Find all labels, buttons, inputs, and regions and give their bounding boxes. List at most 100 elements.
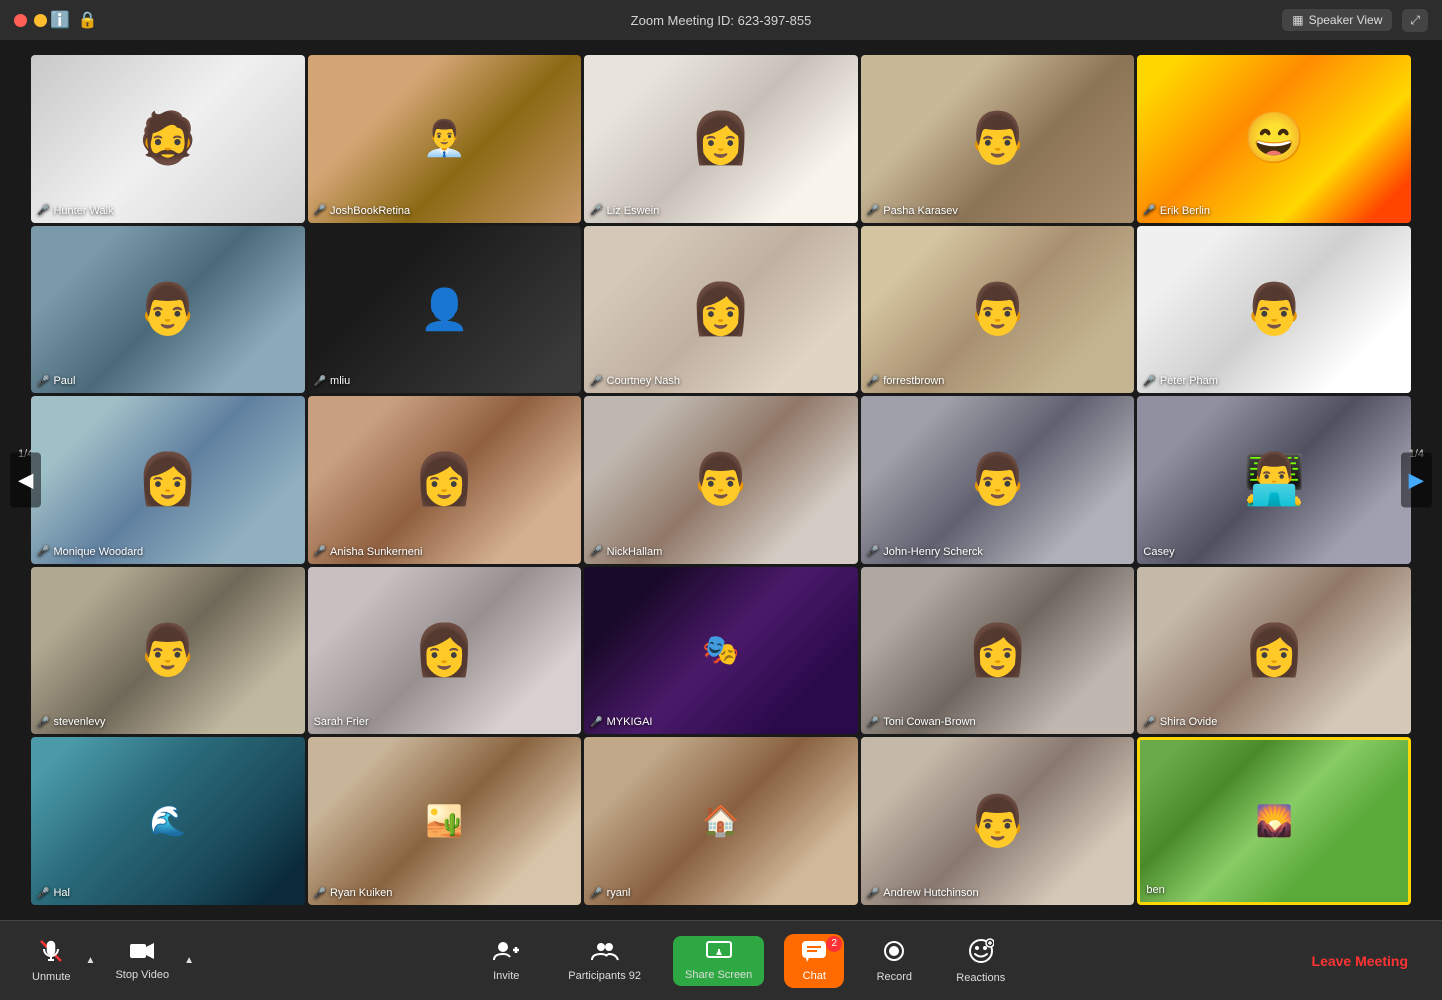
participant-name-hunter-walk: 🎤 Hunter Walk	[37, 205, 114, 217]
camera-icon	[129, 941, 155, 965]
invite-label: Invite	[493, 970, 519, 982]
record-button[interactable]: Record	[864, 934, 924, 988]
participant-cell-erik: 😄 🎤 Erik Berlin	[1137, 55, 1411, 223]
mute-icon-ryan: 🎤	[314, 888, 326, 899]
invite-icon	[493, 940, 519, 966]
participant-cell-hunter-walk: 🧔 🎤 Hunter Walk	[31, 55, 305, 223]
meeting-title: Zoom Meeting ID: 623-397-855	[631, 13, 812, 28]
mute-icon-mliu: 🎤	[314, 376, 326, 387]
stop-video-button[interactable]: Stop Video	[103, 936, 181, 986]
close-button[interactable]	[14, 14, 27, 27]
unmute-button[interactable]: Unmute	[20, 934, 83, 988]
participant-cell-shira: 👩 🎤 Shira Ovide	[1137, 567, 1411, 735]
participant-name-erik: 🎤 Erik Berlin	[1143, 205, 1210, 217]
participant-name-pasha: 🎤 Pasha Karasev	[867, 205, 958, 217]
participant-name-paul: 🎤 Paul	[37, 375, 75, 387]
participant-name-shira: 🎤 Shira Ovide	[1143, 716, 1217, 728]
chat-badge: 2	[826, 936, 842, 952]
unmute-options-arrow[interactable]: ▲	[84, 955, 98, 966]
video-grid: 🧔 🎤 Hunter Walk 👨‍💼 🎤 JoshBookRetina 👩 🎤…	[31, 55, 1411, 905]
previous-page-button[interactable]: ◀	[10, 453, 41, 508]
unmute-label: Unmute	[32, 971, 71, 983]
participant-cell-toni: 👩 🎤 Toni Cowan-Brown	[861, 567, 1135, 735]
participant-name-hal: 🎤 Hal	[37, 887, 70, 899]
mute-icon-erik: 🎤	[1143, 205, 1155, 216]
title-bar: ℹ️ 🔒 Zoom Meeting ID: 623-397-855 ▦ Spea…	[0, 0, 1442, 40]
participant-cell-monique: 👩 🎤 Monique Woodard	[31, 396, 305, 564]
invite-button[interactable]: Invite	[476, 935, 536, 987]
stop-video-options-arrow[interactable]: ▲	[182, 955, 196, 966]
lock-icon[interactable]: 🔒	[78, 10, 98, 30]
toolbar: Unmute ▲ Stop Video ▲	[0, 920, 1442, 1000]
next-page-button[interactable]: ▶	[1401, 453, 1432, 508]
participant-cell-nick: 👨 🎤 NickHallam	[584, 396, 858, 564]
participant-name-sarah: Sarah Frier	[314, 716, 369, 728]
mute-icon-paul: 🎤	[37, 376, 49, 387]
participant-name-forrest: 🎤 forrestbrown	[867, 375, 945, 387]
participants-button[interactable]: Participants 92	[556, 935, 653, 987]
participant-name-ryanl: 🎤 ryanl	[590, 887, 630, 899]
participant-cell-liz: 👩 🎤 Liz Eswein	[584, 55, 858, 223]
record-label: Record	[877, 971, 912, 983]
toolbar-right: Leave Meeting	[1298, 945, 1422, 977]
participant-name-johnhenry: 🎤 John-Henry Scherck	[867, 546, 983, 558]
speaker-view-button[interactable]: ▦ Speaker View	[1282, 9, 1392, 31]
participants-label: Participants 92	[568, 970, 641, 982]
leave-meeting-button[interactable]: Leave Meeting	[1298, 945, 1422, 977]
mute-icon-nick: 🎤	[590, 546, 602, 557]
stop-video-control[interactable]: Stop Video ▲	[103, 936, 196, 986]
participant-name-casey: Casey	[1143, 546, 1174, 558]
mute-icon-liz: 🎤	[590, 205, 602, 216]
toolbar-center: Invite Participants 92	[196, 933, 1298, 989]
participant-name-stevenlevy: 🎤 stevenlevy	[37, 716, 105, 728]
chat-wrapper: Chat 2	[784, 934, 844, 988]
mute-icon-hunter-walk: 🎤	[37, 205, 49, 216]
mute-icon-hal: 🎤	[37, 888, 49, 899]
share-screen-label: Share Screen	[685, 969, 752, 981]
participants-icon-text: Participants	[568, 970, 629, 982]
microphone-muted-icon	[39, 939, 63, 967]
share-screen-button[interactable]: Share Screen	[673, 936, 764, 986]
participant-name-anisha: 🎤 Anisha Sunkerneni	[314, 546, 423, 558]
participant-name-nick: 🎤 NickHallam	[590, 546, 662, 558]
reactions-button[interactable]: Reactions	[944, 933, 1017, 989]
minimize-button[interactable]	[34, 14, 47, 27]
participant-cell-stevenlevy: 👨 🎤 stevenlevy	[31, 567, 305, 735]
mute-icon-shira: 🎤	[1143, 717, 1155, 728]
mute-icon-courtney: 🎤	[590, 376, 602, 387]
participant-name-ryan: 🎤 Ryan Kuiken	[314, 887, 393, 899]
participant-name-courtney: 🎤 Courtney Nash	[590, 375, 680, 387]
participant-cell-mykigai: 🎭 🎤 MYKIGAI	[584, 567, 858, 735]
participant-cell-johnhenry: 👨 🎤 John-Henry Scherck	[861, 396, 1135, 564]
fullscreen-button[interactable]: ⤢	[1402, 9, 1428, 32]
mute-icon-forrest: 🎤	[867, 376, 879, 387]
participant-cell-sarah: 👩 Sarah Frier	[308, 567, 582, 735]
stop-video-label: Stop Video	[115, 969, 169, 981]
mute-icon-andrew: 🎤	[867, 888, 879, 899]
participant-name-mykigai: 🎤 MYKIGAI	[590, 716, 652, 728]
participant-cell-courtney: 👩 🎤 Courtney Nash	[584, 226, 858, 394]
info-icon[interactable]: ℹ️	[50, 10, 70, 30]
mute-icon-johnhenry: 🎤	[867, 546, 879, 557]
mute-icon-mykigai: 🎤	[590, 717, 602, 728]
mute-icon-ryanl: 🎤	[590, 888, 602, 899]
participant-cell-mliu: 👤 🎤 mliu	[308, 226, 582, 394]
video-grid-area: ◀ 1/4 🧔 🎤 Hunter Walk 👨‍💼 🎤 JoshBookReti…	[0, 40, 1442, 920]
participant-cell-ryan: 🏜️ 🎤 Ryan Kuiken	[308, 737, 582, 905]
titlebar-right-controls: ▦ Speaker View ⤢	[1282, 9, 1428, 32]
participant-cell-ben: 🌄 ben	[1137, 737, 1411, 905]
unmute-control[interactable]: Unmute ▲	[20, 934, 97, 988]
record-icon	[882, 939, 906, 967]
participants-wrapper: Participants 92	[556, 935, 653, 987]
participant-cell-andrew: 👨 🎤 Andrew Hutchinson	[861, 737, 1135, 905]
mute-icon-stevenlevy: 🎤	[37, 717, 49, 728]
participants-count: 92	[629, 970, 641, 982]
participant-cell-ryanl: 🏠 🎤 ryanl	[584, 737, 858, 905]
participant-cell-hal: 🌊 🎤 Hal	[31, 737, 305, 905]
participant-cell-casey: 👨‍💻 Casey	[1137, 396, 1411, 564]
toolbar-left: Unmute ▲ Stop Video ▲	[20, 934, 196, 988]
participant-cell-pasha: 👨 🎤 Pasha Karasev	[861, 55, 1135, 223]
participant-name-josh: 🎤 JoshBookRetina	[314, 205, 411, 217]
participant-name-andrew: 🎤 Andrew Hutchinson	[867, 887, 979, 899]
mute-icon-pasha: 🎤	[867, 205, 879, 216]
